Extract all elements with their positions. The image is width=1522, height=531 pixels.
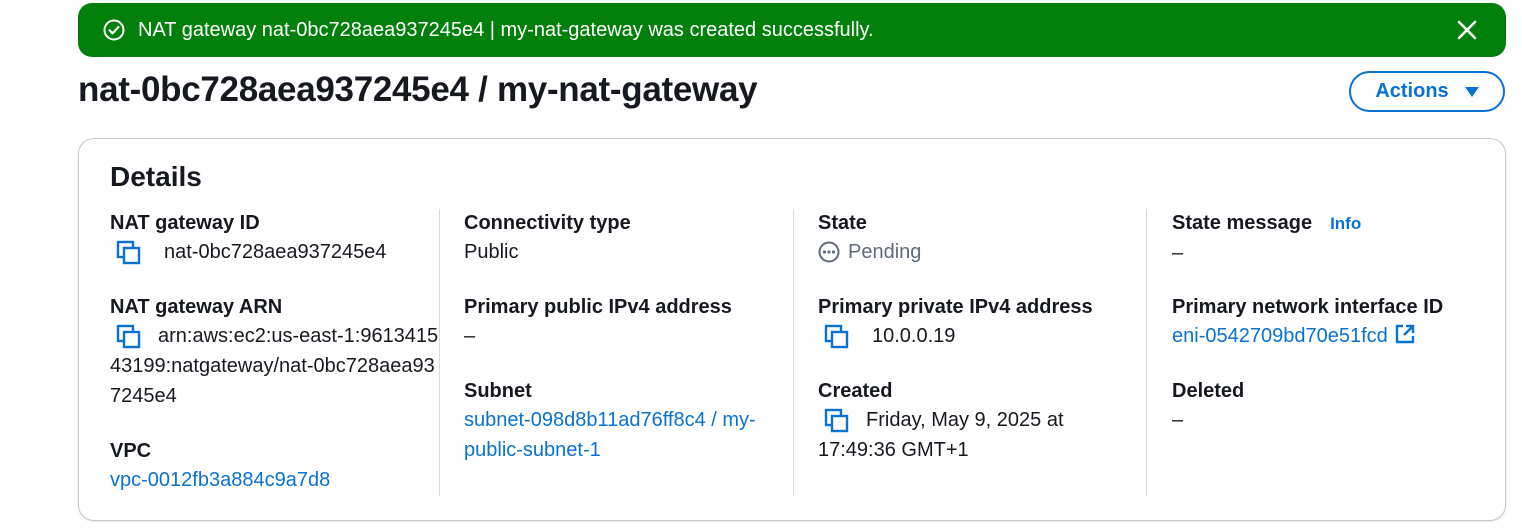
primary-public-ipv4-value: – [464,325,476,347]
info-link[interactable]: Info [1330,214,1361,233]
primary-network-interface-link[interactable]: eni-0542709bd70e51fcd [1172,321,1482,351]
copy-icon[interactable] [116,240,142,266]
vpc-link[interactable]: vpc-0012fb3a884c9a7d8 [110,465,440,495]
created-field: Created Friday, May 9, 2025 at 17:49:36 … [818,377,1148,465]
primary-private-ipv4-field: Primary private IPv4 address 10.0.0.19 [818,293,1148,351]
primary-public-ipv4-label: Primary public IPv4 address [464,296,732,318]
state-value: Pending [848,241,922,263]
deleted-label: Deleted [1172,380,1245,402]
connectivity-type-value: Public [464,241,519,263]
created-value: Friday, May 9, 2025 at 17:49:36 GMT+1 [818,409,1064,461]
subnet-label: Subnet [464,380,532,402]
vpc-field: VPC vpc-0012fb3a884c9a7d8 [110,437,440,495]
nat-gateway-arn-value: arn:aws:ec2:us-east-1:961341543199:natga… [110,325,439,407]
created-label: Created [818,380,893,402]
page-title: nat-0bc728aea937245e4 / my-nat-gateway [78,70,758,109]
connectivity-type-field: Connectivity type Public [464,209,794,267]
primary-private-ipv4-value: 10.0.0.19 [872,325,956,347]
deleted-value: – [1172,409,1184,431]
deleted-field: Deleted – [1172,377,1482,435]
success-check-circle-icon [102,18,126,42]
vpc-label: VPC [110,440,152,462]
state-message-field: State message Info – [1172,209,1482,268]
actions-dropdown-button[interactable]: Actions [1349,71,1505,112]
copy-icon[interactable] [824,324,850,350]
primary-network-interface-field: Primary network interface ID eni-0542709… [1172,293,1482,351]
details-heading: Details [110,161,202,192]
subnet-field: Subnet subnet-098d8b11ad76ff8c4 / my-pub… [464,377,794,465]
nat-gateway-id-label: NAT gateway ID [110,212,260,234]
nat-gateway-arn-field: NAT gateway ARN arn:aws:ec2:us-east-1:96… [110,293,440,411]
close-icon[interactable] [1454,17,1480,43]
primary-network-interface-value: eni-0542709bd70e51fcd [1172,325,1388,347]
primary-network-interface-label: Primary network interface ID [1172,296,1444,318]
copy-icon[interactable] [824,408,850,434]
copy-icon[interactable] [116,324,142,350]
external-link-icon [1394,323,1416,345]
flash-message: NAT gateway nat-0bc728aea937245e4 | my-n… [138,18,874,41]
nat-gateway-arn-label: NAT gateway ARN [110,296,283,318]
actions-label: Actions [1375,80,1449,102]
primary-public-ipv4-field: Primary public IPv4 address – [464,293,794,351]
pending-status-icon [818,241,840,263]
primary-private-ipv4-label: Primary private IPv4 address [818,296,1093,318]
connectivity-type-label: Connectivity type [464,212,631,234]
details-panel: Details NAT gateway ID nat-0bc728aea9372… [78,138,1506,521]
state-message-label: State message [1172,212,1313,234]
state-message-value: – [1172,242,1184,264]
caret-down-icon [1464,86,1479,97]
state-label: State [818,212,867,234]
subnet-link[interactable]: subnet-098d8b11ad76ff8c4 / my-public-sub… [464,405,764,465]
nat-gateway-id-field: NAT gateway ID nat-0bc728aea937245e4 [110,209,440,267]
success-flash-banner: NAT gateway nat-0bc728aea937245e4 | my-n… [78,3,1506,57]
state-field: State Pending [818,209,1148,267]
nat-gateway-id-value: nat-0bc728aea937245e4 [164,241,387,263]
